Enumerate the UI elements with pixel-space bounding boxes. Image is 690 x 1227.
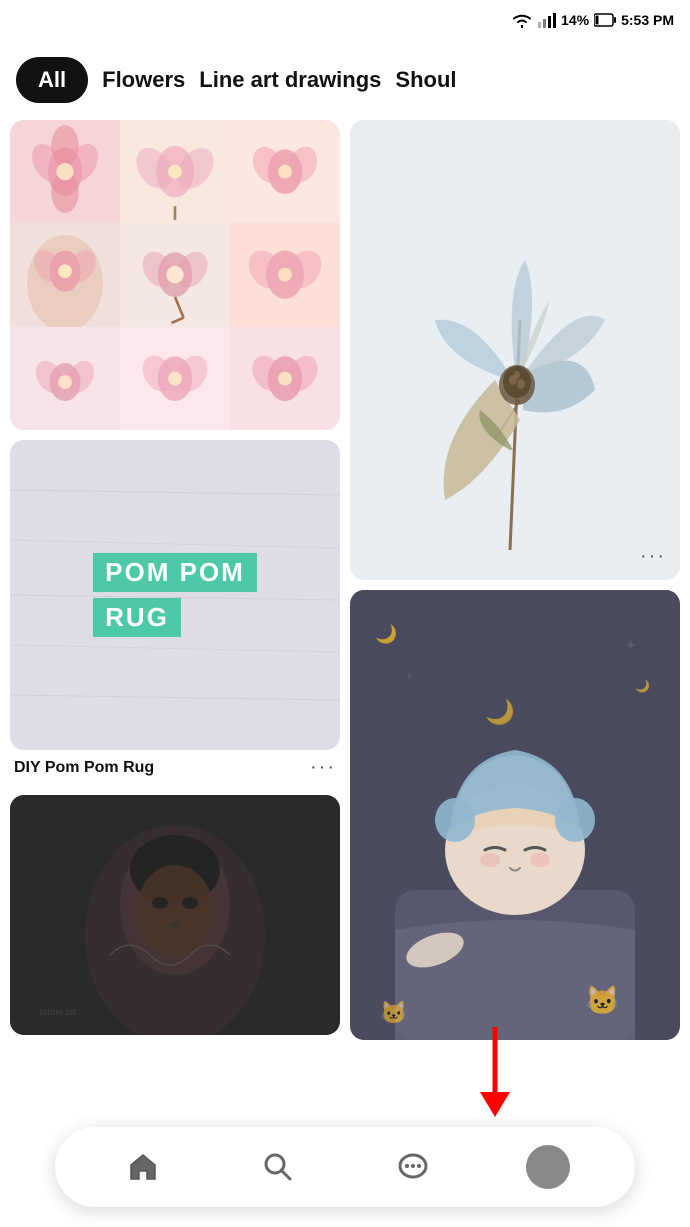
collage-card[interactable]: [10, 120, 340, 430]
battery-icon: [594, 13, 616, 27]
arm-tattoo-card[interactable]: tattoo art: [10, 795, 340, 1035]
tab-shoulder[interactable]: Shoul: [395, 67, 456, 93]
left-column: POM POM RUG DIY Pom Pom Rug ···: [10, 120, 340, 1040]
pom-pom-section: POM POM RUG DIY Pom Pom Rug ···: [10, 440, 340, 785]
nav-messages-button[interactable]: [388, 1142, 438, 1192]
svg-text:🌙: 🌙: [375, 623, 397, 645]
svg-text:🐱: 🐱: [585, 985, 620, 1016]
pom-title-line2: RUG: [93, 598, 181, 637]
svg-text:🌙: 🌙: [485, 698, 515, 726]
nav-search-button[interactable]: [253, 1142, 303, 1192]
status-bar: 14% 5:53 PM: [0, 0, 690, 40]
pom-card-label-row: DIY Pom Pom Rug ···: [10, 750, 340, 785]
nav-profile-button[interactable]: [523, 1142, 573, 1192]
cartoon-card[interactable]: 🌙 ✦ ✦ 🌙: [350, 590, 680, 1040]
category-tabs: All Flowers Line art drawings Shoul: [0, 40, 690, 120]
pom-pom-card[interactable]: POM POM RUG: [10, 440, 340, 750]
svg-text:✦: ✦: [625, 637, 637, 653]
main-grid: POM POM RUG DIY Pom Pom Rug ···: [0, 120, 690, 1040]
pom-more-button[interactable]: ···: [310, 756, 336, 779]
status-icons: 14% 5:53 PM: [511, 12, 674, 28]
flower-more-button[interactable]: ···: [640, 545, 666, 568]
svg-text:🐱: 🐱: [380, 1000, 407, 1025]
bottom-nav: [55, 1127, 635, 1207]
nav-home-button[interactable]: [118, 1142, 168, 1192]
time-text: 5:53 PM: [621, 12, 674, 28]
wifi-icon: [511, 12, 533, 28]
tab-all[interactable]: All: [16, 57, 88, 103]
flower-card-section: ···: [350, 120, 680, 580]
svg-text:tattoo art: tattoo art: [40, 1007, 76, 1018]
red-arrow-indicator: [465, 1022, 525, 1127]
signal-icon: [538, 12, 556, 28]
tab-flowers[interactable]: Flowers: [102, 67, 185, 93]
right-column: ··· 🌙 ✦ ✦ 🌙: [350, 120, 680, 1040]
tab-line-art[interactable]: Line art drawings: [199, 67, 381, 93]
profile-avatar: [526, 1145, 570, 1189]
battery-text: 14%: [561, 12, 589, 28]
pom-title-line1: POM POM: [93, 553, 257, 592]
flower-painting-card[interactable]: [350, 120, 680, 580]
svg-text:🌙: 🌙: [635, 679, 650, 693]
svg-text:✦: ✦: [405, 672, 413, 683]
pom-card-label: DIY Pom Pom Rug: [14, 759, 154, 777]
